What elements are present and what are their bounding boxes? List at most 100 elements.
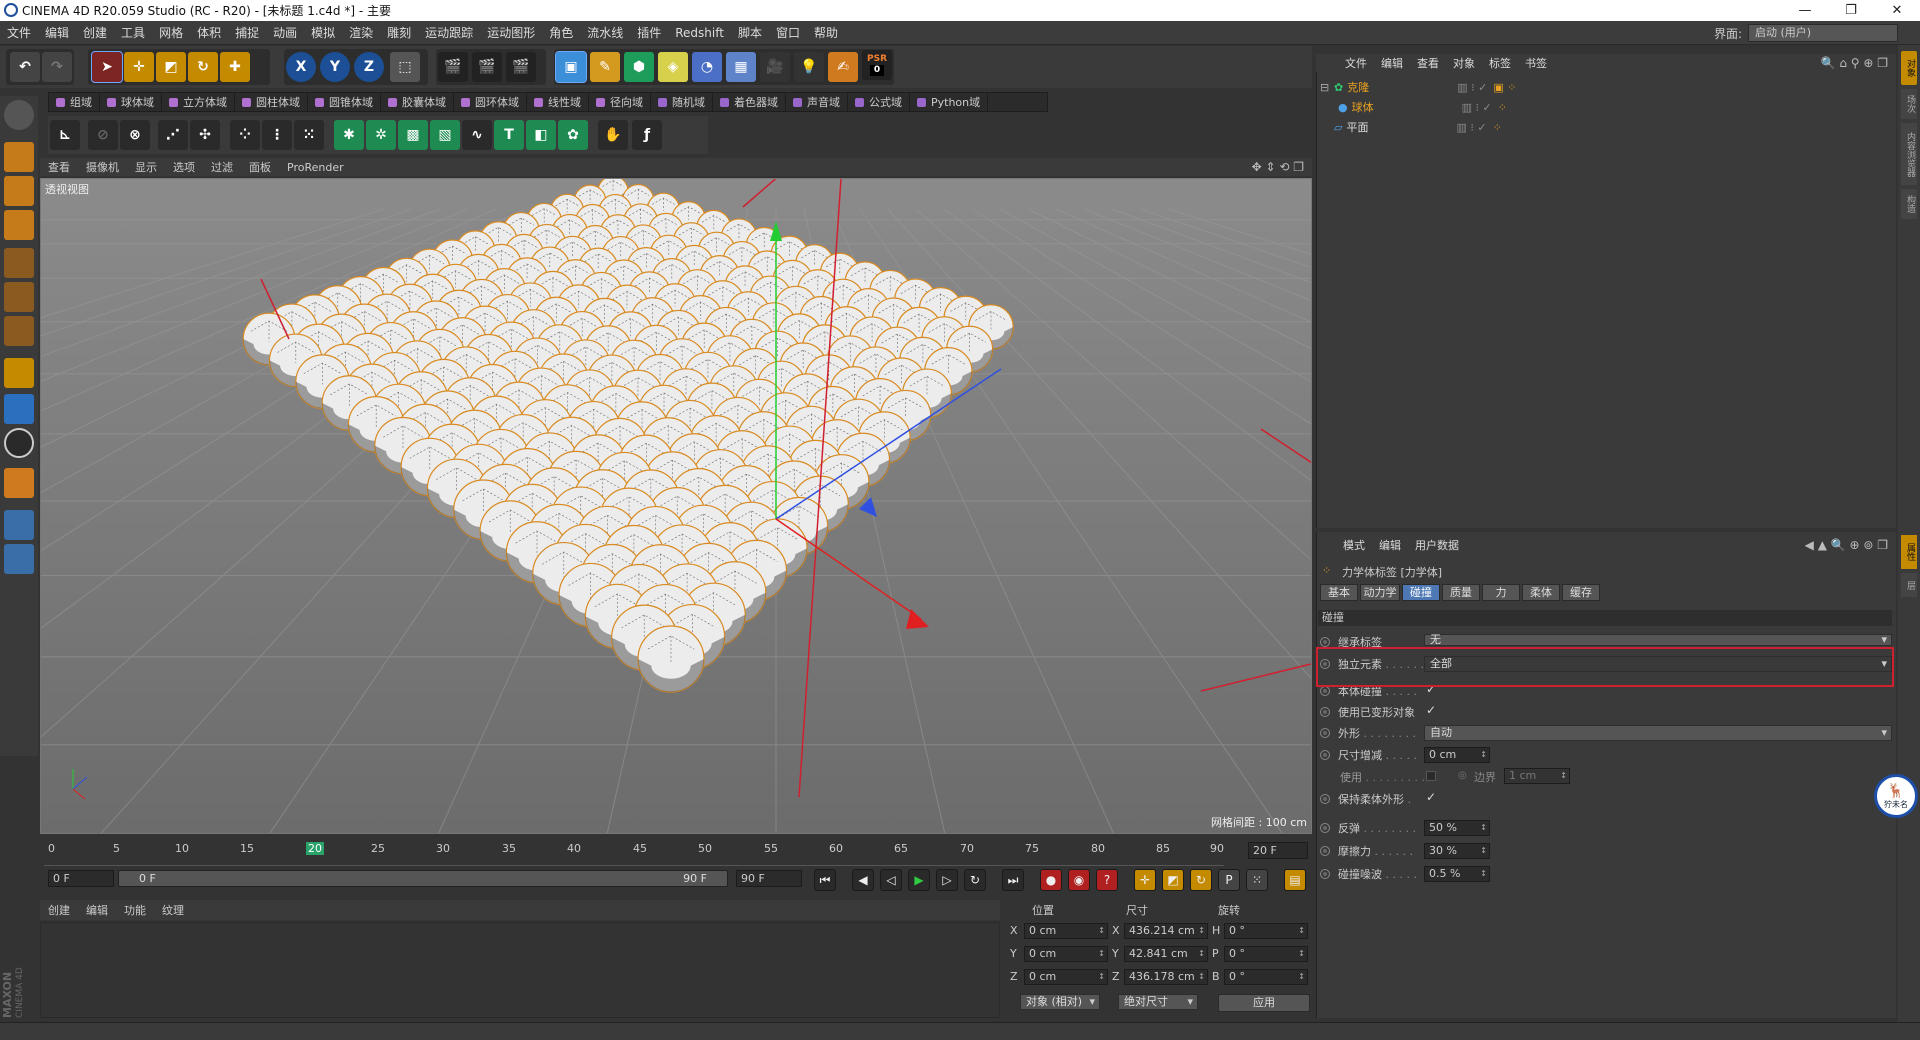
tab-softbody[interactable]: 柔体 — [1522, 584, 1560, 601]
point-cube-icon[interactable] — [4, 248, 34, 278]
field-cube[interactable]: 立方体域 — [162, 92, 235, 112]
key-scale-icon[interactable]: ◩ — [1162, 869, 1184, 891]
use-checkbox[interactable] — [1426, 771, 1436, 781]
inherit-tag-select[interactable]: 无 — [1424, 634, 1892, 646]
coordinate-system-icon[interactable]: ⬚ — [390, 52, 420, 82]
grid-lock-icon[interactable] — [4, 510, 34, 540]
y-axis-toggle[interactable]: Y — [320, 52, 350, 82]
prev-key-icon[interactable]: ◀ — [852, 869, 874, 891]
om-menu-file[interactable]: 文件 — [1338, 55, 1374, 71]
edge-cube-icon[interactable] — [4, 282, 34, 312]
axis-mode-icon[interactable]: ⋰ — [158, 120, 188, 150]
viewport-menu-panel[interactable]: 面板 — [241, 159, 279, 175]
next-frame-icon[interactable]: ▷ — [936, 869, 958, 891]
attr-menu-userdata[interactable]: 用户数据 — [1408, 537, 1466, 553]
menu-snap[interactable]: 捕捉 — [228, 24, 266, 41]
attr-nav-icons[interactable]: ◀ ▲ 🔍 ⊕ ⊚ ❐ — [1805, 538, 1888, 552]
menu-render[interactable]: 渲染 — [342, 24, 380, 41]
render-view-icon[interactable]: 🎬 — [438, 52, 468, 82]
grid-snap-icon[interactable] — [4, 544, 34, 574]
tag-icons[interactable]: ⁘ — [1498, 101, 1507, 114]
matrix-icon[interactable]: ▩ — [398, 120, 428, 150]
menu-script[interactable]: 脚本 — [731, 24, 769, 41]
side-tab-layers[interactable]: 层 — [1901, 573, 1917, 597]
size-y-field[interactable]: 42.841 cm — [1124, 946, 1208, 962]
light-icon[interactable]: 💡 — [794, 52, 824, 82]
edges-mode-icon[interactable]: ⋮ — [262, 120, 292, 150]
size-increment-field[interactable]: 0 cm — [1424, 747, 1490, 763]
go-start-icon[interactable]: ⏮ — [814, 869, 836, 891]
menu-tools[interactable]: 工具 — [114, 24, 152, 41]
field-radial[interactable]: 径向域 — [589, 92, 651, 112]
object-visibility-icon[interactable]: ▥ ⁝ ✓ — [1457, 81, 1487, 94]
side-tab-structure[interactable]: 构造 — [1901, 189, 1917, 219]
menu-sculpt[interactable]: 雕刻 — [380, 24, 418, 41]
use-deformed-checkbox[interactable]: ✓ — [1426, 703, 1436, 717]
side-tab-objects[interactable]: 对象 — [1901, 51, 1917, 85]
viewport-menu-options[interactable]: 选项 — [165, 159, 203, 175]
viewport-menu-view[interactable]: 查看 — [40, 159, 78, 175]
menu-create[interactable]: 创建 — [76, 24, 114, 41]
menu-mesh[interactable]: 网格 — [152, 24, 190, 41]
prev-frame-icon[interactable]: ◁ — [880, 869, 902, 891]
model-mode-icon[interactable] — [4, 142, 34, 172]
tab-mass[interactable]: 质量 — [1442, 584, 1480, 601]
key-pla-icon[interactable]: ⁙ — [1246, 869, 1268, 891]
field-linear[interactable]: 线性域 — [527, 92, 589, 112]
bounce-field[interactable]: 50 % — [1424, 820, 1490, 836]
redo-icon[interactable]: ↷ — [42, 52, 72, 82]
cube-icon[interactable]: ▣ — [555, 51, 587, 83]
perspective-viewport[interactable]: 透视视图 网格间距 : 100 cm — [40, 178, 1312, 834]
workplane-icon[interactable]: ⊾ — [50, 120, 80, 150]
tag-icons[interactable]: ▣ ⁘ — [1493, 81, 1516, 94]
subdivision-icon[interactable]: ⬢ — [624, 52, 654, 82]
transform-icon[interactable]: ✚ — [220, 52, 250, 82]
undo-icon[interactable]: ↶ — [10, 52, 40, 82]
move-icon[interactable]: ✛ — [124, 52, 154, 82]
z-axis-toggle[interactable]: Z — [354, 52, 384, 82]
menu-volume[interactable]: 体积 — [190, 24, 228, 41]
effector-icon[interactable]: ◧ — [526, 120, 556, 150]
material-menu-function[interactable]: 功能 — [116, 902, 154, 918]
anim-radio[interactable] — [1320, 728, 1330, 738]
menu-plugins[interactable]: 插件 — [630, 24, 668, 41]
select-arrow-icon[interactable]: ➤ — [91, 51, 123, 83]
field-capsule[interactable]: 胶囊体域 — [381, 92, 454, 112]
layout-select[interactable]: 启动 (用户) — [1748, 24, 1898, 42]
attr-menu-mode[interactable]: 模式 — [1336, 537, 1372, 553]
anim-radio[interactable] — [1320, 869, 1330, 879]
shape-select[interactable]: 自动 — [1424, 725, 1892, 741]
keyframe-help-icon[interactable]: ? — [1096, 869, 1118, 891]
play-icon[interactable]: ▶ — [908, 869, 930, 891]
render-picture-viewer-icon[interactable]: 🎬 — [472, 52, 502, 82]
object-row-sphere[interactable]: ● 球体 ▥ ⁝ ✓ ⁘ — [1320, 98, 1894, 116]
side-tab-content-browser[interactable]: 内容浏览器 — [1901, 123, 1917, 185]
om-nav-icons[interactable]: 🔍 ⌂ ⚲ ⊕ ❐ — [1821, 56, 1888, 70]
field-random[interactable]: 随机域 — [651, 92, 713, 112]
viewport-menu-display[interactable]: 显示 — [127, 159, 165, 175]
menu-motion-tracking[interactable]: 运动跟踪 — [418, 24, 480, 41]
axis-icon[interactable] — [4, 358, 34, 388]
array-icon[interactable]: ◈ — [658, 52, 688, 82]
tab-force[interactable]: 力 — [1482, 584, 1520, 601]
record-icon[interactable]: ● — [1040, 869, 1062, 891]
timeline-ruler[interactable]: 0 5 10 15 20 25 30 35 40 45 50 55 60 65 … — [44, 840, 1224, 866]
size-mode-select[interactable]: 绝对尺寸 — [1118, 994, 1198, 1010]
viewport-nav-icons[interactable]: ✥ ⇕ ⟲ ❐ — [1252, 160, 1304, 174]
magnet-icon[interactable] — [4, 468, 34, 498]
size-z-field[interactable]: 436.178 cm — [1124, 969, 1208, 985]
x-axis-toggle[interactable]: X — [286, 52, 316, 82]
points-mode-icon[interactable]: ⁘ — [230, 120, 260, 150]
field-sphere[interactable]: 球体域 — [100, 92, 162, 112]
keep-soft-shape-checkbox[interactable]: ✓ — [1426, 790, 1436, 804]
maximize-button[interactable]: ❐ — [1828, 0, 1874, 21]
menu-character[interactable]: 角色 — [542, 24, 580, 41]
size-x-field[interactable]: 436.214 cm — [1124, 923, 1208, 939]
end-frame-field[interactable]: 20 F — [1248, 842, 1308, 859]
anim-radio[interactable] — [1320, 637, 1330, 647]
border-radio[interactable]: ◎ — [1458, 770, 1467, 781]
tree-toggle-icon[interactable]: ⊟ — [1320, 81, 1334, 94]
timeline-window-icon[interactable]: ▤ — [1284, 869, 1306, 891]
globe-icon[interactable] — [4, 100, 34, 130]
motext-icon[interactable]: T — [494, 120, 524, 150]
